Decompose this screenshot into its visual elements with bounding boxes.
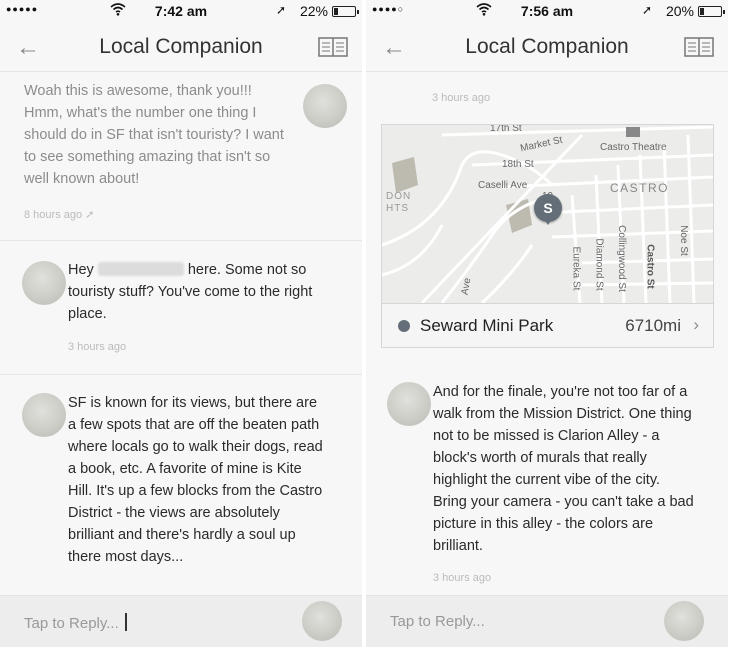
avatar: [302, 601, 342, 641]
message-text-start: Hey: [68, 262, 94, 278]
location-arrow-icon: ➚: [275, 3, 286, 17]
map-pin[interactable]: S: [534, 194, 562, 225]
map-view[interactable]: 17th St Market St Castro Theatre 18th St…: [382, 125, 713, 303]
map-label: Castro St: [644, 244, 656, 289]
nav-bar: ← Local Companion: [366, 22, 728, 72]
map-label: 17th St: [490, 125, 522, 134]
message-time-label: 8 hours ago: [24, 209, 83, 221]
battery-fill: [700, 8, 704, 15]
map-label: Diamond St: [593, 238, 605, 291]
map-label: CASTRO: [610, 181, 670, 195]
battery-icon: [332, 6, 359, 17]
message-incoming: And for the finale, you're not too far o…: [366, 372, 728, 596]
map-card[interactable]: 17th St Market St Castro Theatre 18th St…: [381, 124, 714, 348]
map-label: HTS: [386, 203, 409, 214]
reply-bar: Tap to Reply...: [0, 595, 362, 647]
avatar: [22, 261, 66, 305]
message-text: SF is known for its views, but there are…: [68, 395, 323, 565]
map-label: Caselli Ave: [478, 180, 528, 191]
battery-percent: 20%: [665, 3, 694, 19]
message-text: Hey here. Some not so touristy stuff? Yo…: [68, 259, 326, 325]
reply-placeholder: Tap to Reply...: [24, 615, 119, 632]
message-incoming: Hey here. Some not so touristy stuff? Yo…: [0, 241, 362, 374]
map-label: 18th St: [502, 159, 534, 170]
message-outgoing: Woah this is awesome, thank you!!! Hmm, …: [0, 72, 362, 240]
message-time: 3 hours ago: [433, 572, 492, 584]
status-bar: ●●●●● 7:42 am ➚ 22%: [0, 0, 362, 22]
avatar: [303, 84, 347, 128]
battery-icon: [698, 6, 725, 17]
redacted-name: [97, 262, 184, 276]
message-time: 3 hours ago: [68, 341, 127, 353]
message-text: Woah this is awesome, thank you!!! Hmm, …: [24, 83, 284, 187]
page-title: Local Companion: [99, 35, 263, 58]
map-label: DON: [386, 191, 412, 202]
avatar: [387, 382, 431, 426]
battery-fill: [334, 8, 338, 15]
place-distance: 6710mi: [625, 316, 681, 335]
map-label: Noe St: [677, 225, 689, 256]
chevron-right-icon: ›: [693, 315, 699, 334]
page-title: Local Companion: [465, 35, 629, 58]
message-text: And for the finale, you're not too far o…: [433, 384, 694, 554]
message-incoming: SF is known for its views, but there are…: [0, 375, 362, 595]
text-cursor: [124, 613, 127, 631]
reply-input[interactable]: Tap to Reply...: [390, 613, 485, 630]
sent-arrow-icon: ➚: [85, 209, 95, 221]
map-label: Eureka St: [570, 246, 582, 291]
reply-input[interactable]: Tap to Reply...: [24, 613, 127, 632]
status-bar: ●●●●○ 7:56 am ➚ 20%: [366, 0, 728, 22]
location-arrow-icon: ➚: [641, 3, 652, 17]
battery-percent: 22%: [299, 3, 328, 19]
reply-placeholder: Tap to Reply...: [390, 613, 485, 630]
message-time-top: 3 hours ago: [366, 72, 728, 104]
right-screen: ●●●●○ 7:56 am ➚ 20% ← Local Companion 3 …: [366, 0, 728, 647]
reply-bar: Tap to Reply...: [366, 595, 728, 647]
map-label: Collingwood St: [615, 225, 627, 292]
place-name: Seward Mini Park: [420, 316, 554, 335]
place-row[interactable]: Seward Mini Park 6710mi ›: [382, 303, 713, 347]
place-dot-icon: [398, 320, 410, 332]
avatar: [664, 601, 704, 641]
map-label: Castro Theatre: [600, 142, 667, 153]
book-icon[interactable]: [684, 37, 714, 57]
avatar: [22, 393, 66, 437]
left-screen: ●●●●● 7:42 am ➚ 22% ← Local Companion Wo…: [0, 0, 362, 647]
message-time: 3 hours ago: [432, 92, 491, 104]
message-time: 8 hours ago ➚: [24, 208, 94, 221]
book-icon[interactable]: [318, 37, 348, 57]
nav-bar: ← Local Companion: [0, 22, 362, 72]
